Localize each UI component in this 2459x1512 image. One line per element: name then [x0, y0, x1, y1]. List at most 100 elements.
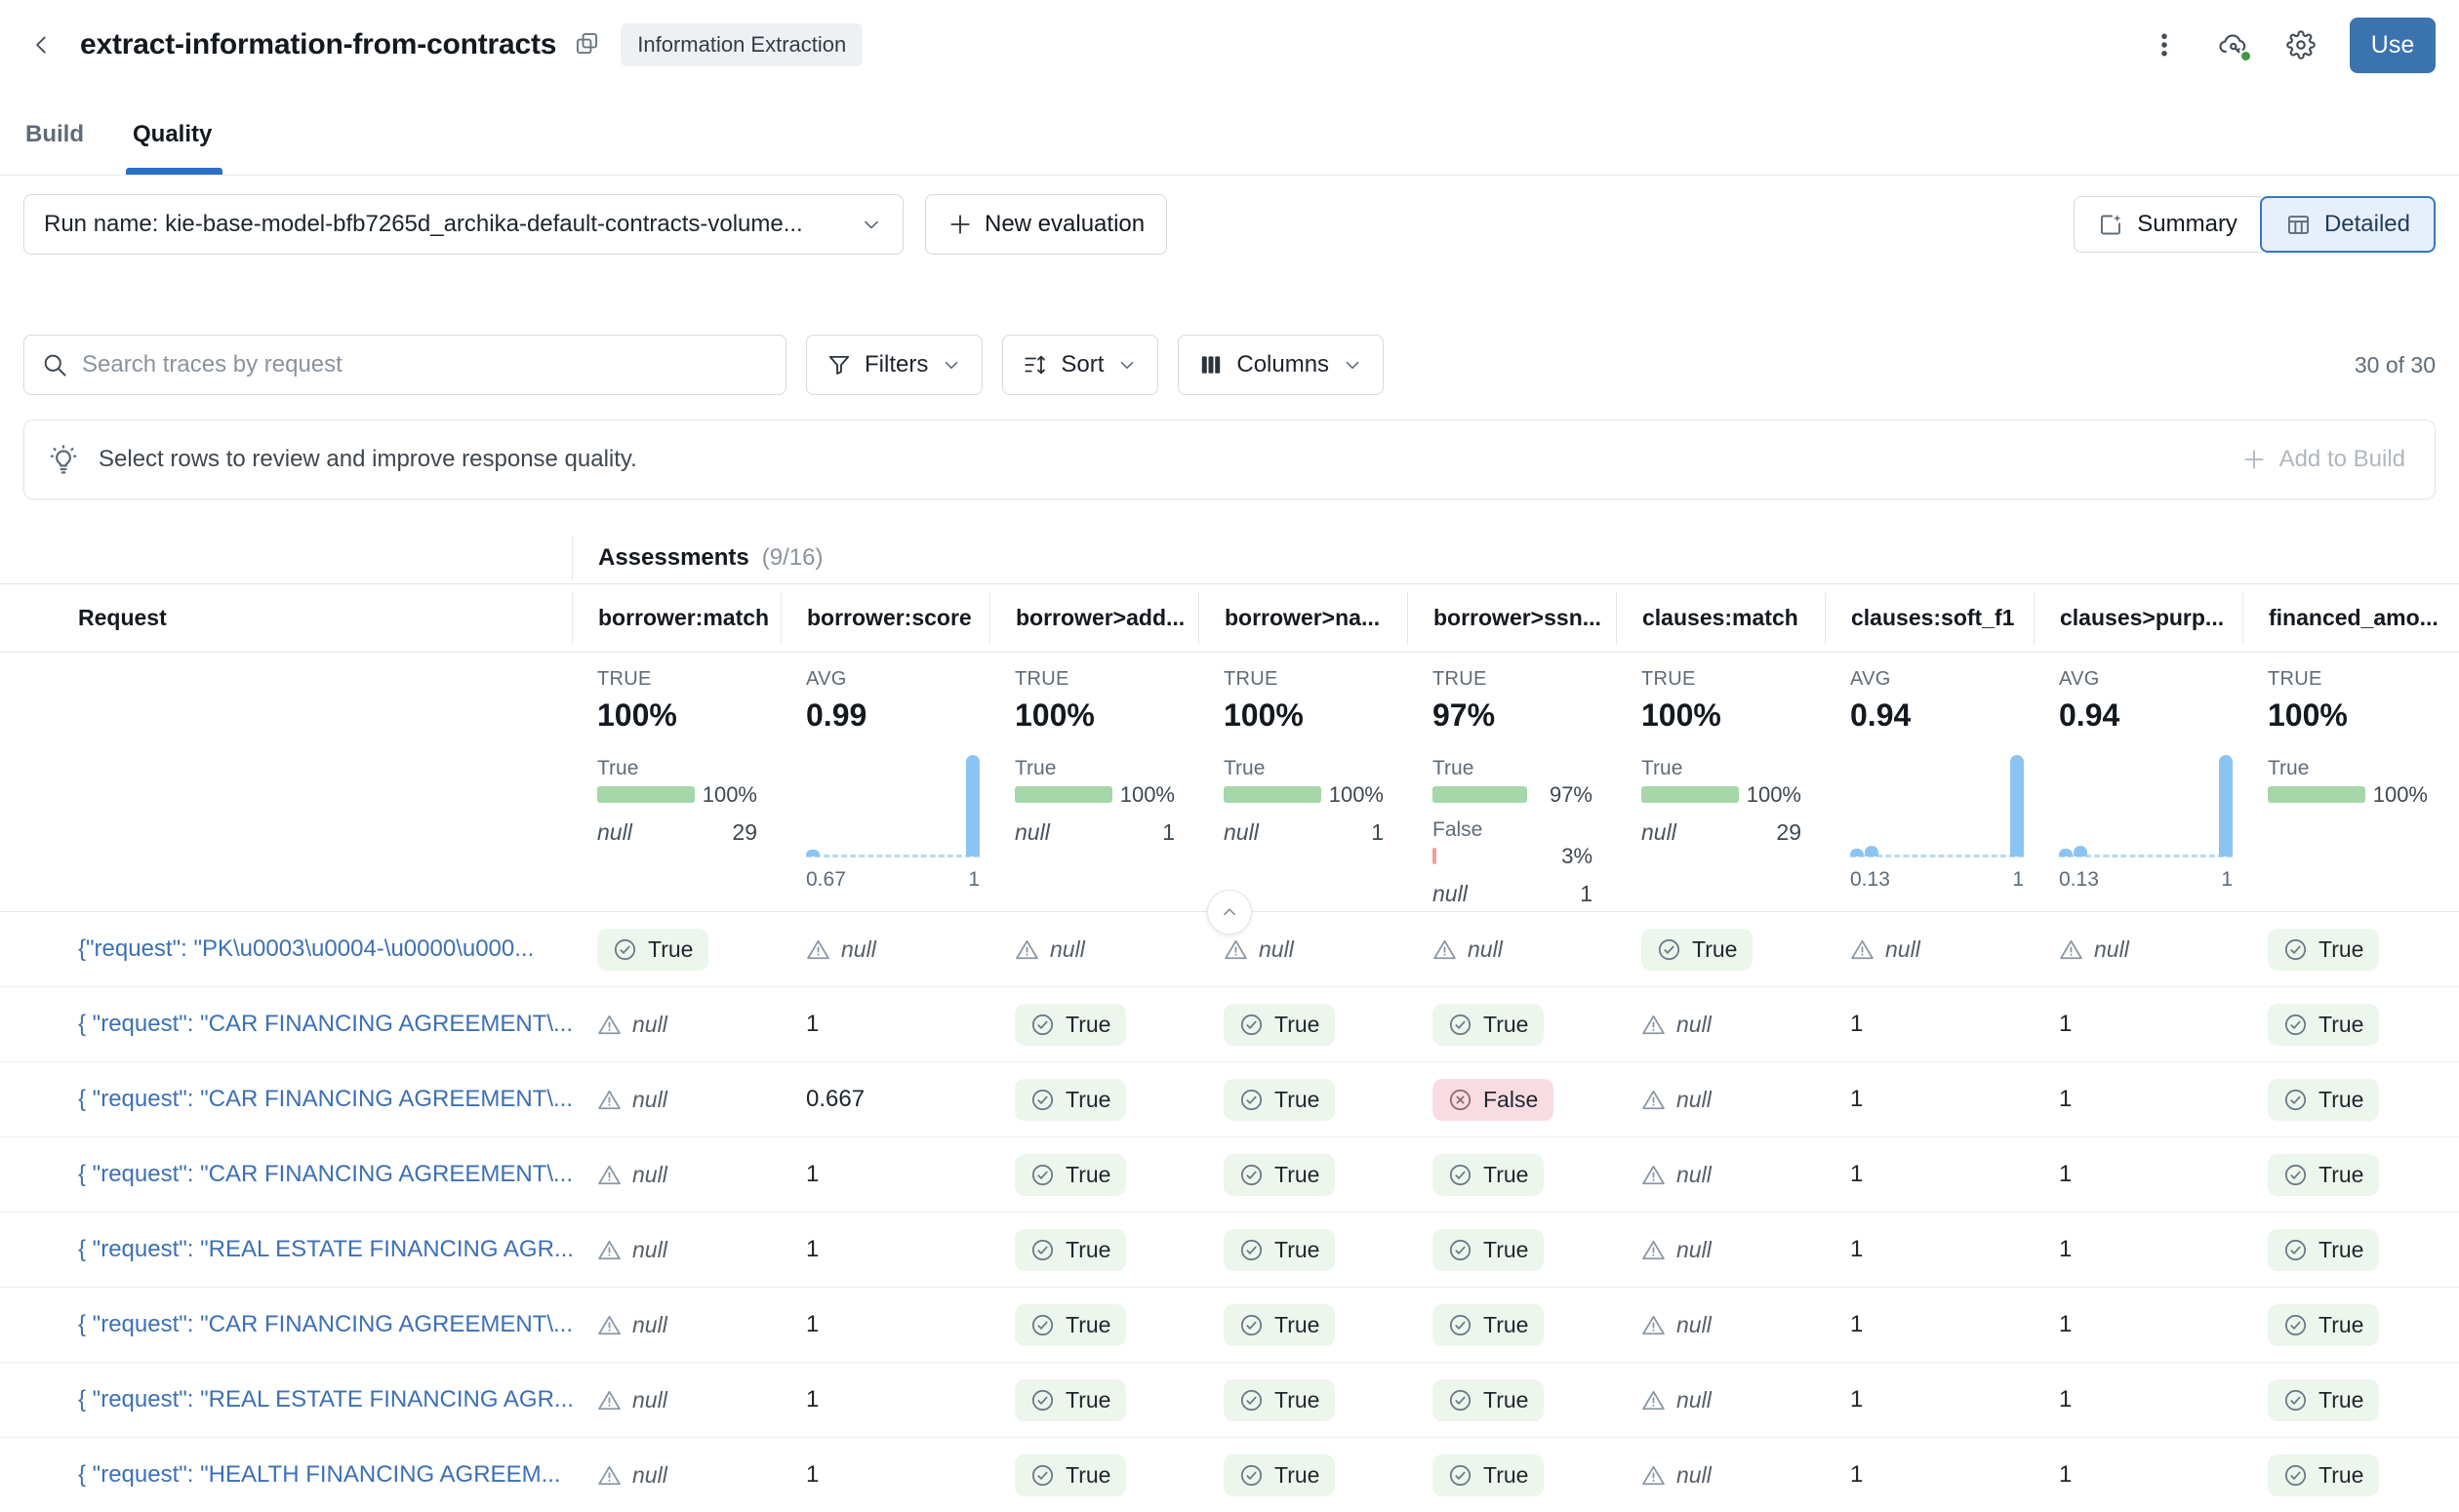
chevron-down-icon	[1342, 354, 1363, 376]
column-header-borrower-add[interactable]: borrower>add...	[989, 592, 1198, 645]
true-badge: True	[1432, 1304, 1544, 1346]
request-link[interactable]: { "request": "REAL ESTATE FINANCING AGR.…	[78, 1386, 572, 1413]
search-icon	[41, 351, 68, 378]
request-link[interactable]: { "request": "HEALTH FINANCING AGREEM...	[78, 1461, 561, 1489]
check-circle-icon	[1030, 1088, 1055, 1112]
sort-button[interactable]: Sort	[1002, 335, 1158, 395]
breakdown-pct: 97%	[1550, 782, 1592, 808]
more-options-button[interactable]	[2143, 23, 2186, 66]
assessment-cell: True	[1407, 1154, 1616, 1196]
true-badge-label: True	[2318, 1087, 2363, 1113]
status-dot	[2239, 50, 2252, 62]
null-value: null	[806, 936, 876, 963]
numeric-value: 1	[806, 1011, 819, 1038]
run-name-select[interactable]: Run name: kie-base-model-bfb7265d_archik…	[23, 194, 904, 255]
collapse-summary-button[interactable]	[1207, 890, 1252, 935]
summary-cell-3: TRUE100%True100%null1	[1198, 653, 1407, 911]
warning-triangle-icon	[597, 1388, 622, 1413]
column-header-clauses-purp[interactable]: clauses>purp...	[2034, 592, 2242, 645]
column-header-borrower-score[interactable]: borrower:score	[781, 592, 989, 645]
table-row[interactable]: { "request": "CAR FINANCING AGREEMENT\..…	[0, 1137, 2459, 1213]
assessment-cell: null	[572, 1087, 781, 1113]
true-badge-label: True	[1066, 1237, 1110, 1263]
deployment-status-button[interactable]	[2211, 23, 2254, 66]
true-badge-label: True	[2318, 1387, 2363, 1413]
column-header-clauses-soft-f1[interactable]: clauses:soft_f1	[1825, 592, 2034, 645]
back-button[interactable]	[23, 26, 60, 63]
new-evaluation-button[interactable]: New evaluation	[925, 194, 1167, 255]
true-badge-label: True	[2318, 936, 2363, 963]
table-row[interactable]: { "request": "HEALTH FINANCING AGREEM...…	[0, 1438, 2459, 1512]
assessment-cell: 1	[781, 1236, 989, 1263]
null-value-label: null	[632, 1237, 667, 1263]
assessment-cell: True	[2242, 929, 2459, 971]
null-value: null	[597, 1012, 667, 1038]
column-header-request[interactable]: Request	[0, 592, 572, 645]
column-header-clauses-match[interactable]: clauses:match	[1616, 592, 1825, 645]
table-row[interactable]: { "request": "CAR FINANCING AGREEMENT\..…	[0, 1062, 2459, 1137]
table-row[interactable]: { "request": "REAL ESTATE FINANCING AGR.…	[0, 1363, 2459, 1438]
settings-button[interactable]	[2279, 23, 2322, 66]
null-label: null	[1015, 819, 1050, 846]
assessment-cell: 1	[2034, 1386, 2242, 1413]
request-link[interactable]: { "request": "CAR FINANCING AGREEMENT\..…	[78, 1011, 572, 1038]
filters-button[interactable]: Filters	[806, 335, 983, 395]
summary-stat-label: TRUE	[1224, 668, 1399, 691]
summary-stat-value: 100%	[597, 697, 773, 734]
check-circle-icon	[2283, 1463, 2308, 1488]
check-circle-icon	[2283, 1163, 2308, 1187]
search-input[interactable]	[82, 351, 769, 378]
warning-triangle-icon	[1641, 1238, 1666, 1262]
assessment-cell: 1	[1825, 1161, 2034, 1188]
request-link[interactable]: {"request": "PK\u0003\u0004-\u0000\u000.…	[78, 935, 534, 963]
tab-build[interactable]: Build	[23, 121, 86, 175]
assessment-cell: True	[2242, 1229, 2459, 1271]
numeric-value: 1	[2059, 1086, 2072, 1113]
true-badge-label: True	[1274, 1462, 1319, 1489]
column-header-borrower-match[interactable]: borrower:match	[572, 592, 781, 645]
summary-histogram	[1850, 751, 2024, 856]
request-link[interactable]: { "request": "CAR FINANCING AGREEMENT\..…	[78, 1161, 572, 1188]
use-button[interactable]: Use	[2350, 18, 2436, 73]
copy-name-button[interactable]	[572, 30, 601, 60]
true-badge: True	[597, 929, 708, 971]
tab-quality[interactable]: Quality	[131, 121, 214, 175]
summary-stat-label: TRUE	[1015, 668, 1190, 691]
request-link[interactable]: { "request": "REAL ESTATE FINANCING AGR.…	[78, 1236, 572, 1263]
null-value-label: null	[632, 1012, 667, 1038]
table-row[interactable]: { "request": "CAR FINANCING AGREEMENT\..…	[0, 987, 2459, 1062]
summary-cell-2: TRUE100%True100%null1	[989, 653, 1198, 911]
request-cell: {"request": "PK\u0003\u0004-\u0000\u000.…	[0, 935, 572, 963]
numeric-value: 1	[2059, 1236, 2072, 1263]
request-link[interactable]: { "request": "CAR FINANCING AGREEMENT\..…	[78, 1086, 572, 1113]
breakdown-label: True	[1015, 757, 1175, 780]
assessment-cell: True	[1198, 1079, 1407, 1121]
detailed-view-button[interactable]: Detailed	[2260, 196, 2436, 253]
warning-triangle-icon	[597, 1088, 622, 1112]
check-circle-icon	[2283, 1388, 2308, 1413]
true-badge: True	[1015, 1079, 1126, 1121]
add-to-build-button[interactable]: Add to Build	[2236, 446, 2411, 473]
histogram-bar	[806, 850, 820, 856]
column-header-borrower-na[interactable]: borrower>na...	[1198, 592, 1407, 645]
true-badge-label: True	[1066, 1312, 1110, 1338]
null-value: null	[597, 1237, 667, 1263]
request-cell: { "request": "REAL ESTATE FINANCING AGR.…	[0, 1236, 572, 1263]
summary-breakdown: True100%	[2268, 757, 2428, 804]
assessment-cell: True	[2242, 1079, 2459, 1121]
table-row[interactable]: { "request": "REAL ESTATE FINANCING AGR.…	[0, 1213, 2459, 1288]
column-header-financed-amo[interactable]: financed_amo...	[2242, 592, 2459, 645]
axis-max-label: 1	[2012, 868, 2024, 892]
columns-button[interactable]: Columns	[1178, 335, 1384, 395]
column-header-borrower-ssn[interactable]: borrower>ssn...	[1407, 592, 1616, 645]
table-row[interactable]: { "request": "CAR FINANCING AGREEMENT\..…	[0, 1288, 2459, 1363]
breakdown-label: True	[1641, 757, 1801, 780]
numeric-value: 0.667	[806, 1086, 865, 1113]
null-value: null	[1641, 1162, 1712, 1188]
assessment-cell: True	[1198, 1004, 1407, 1046]
request-link[interactable]: { "request": "CAR FINANCING AGREEMENT\..…	[78, 1311, 572, 1338]
summary-view-button[interactable]: Summary	[2074, 196, 2261, 253]
assessment-cell: 1	[781, 1161, 989, 1188]
null-value: null	[1224, 936, 1294, 963]
assessment-cell: True	[989, 1379, 1198, 1421]
